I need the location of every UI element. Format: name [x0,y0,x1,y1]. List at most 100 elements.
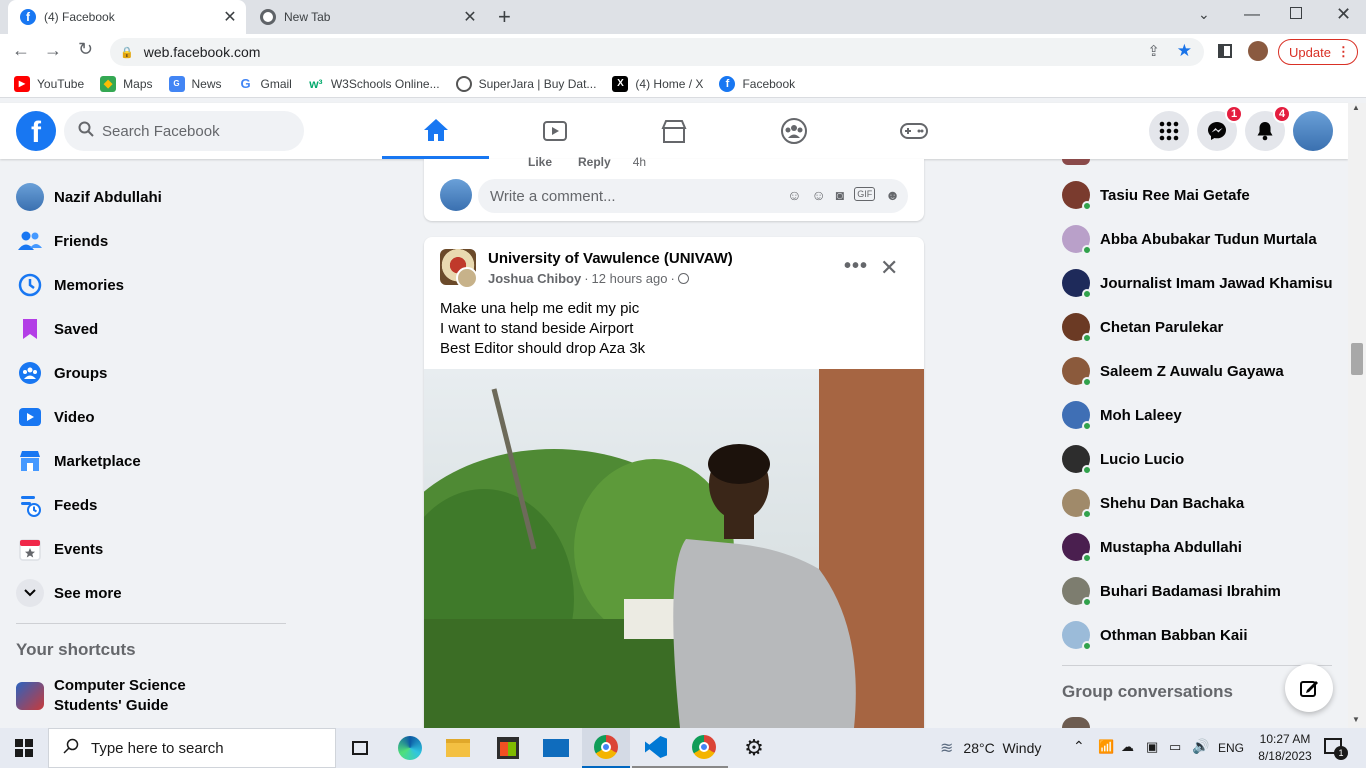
notifications-button[interactable]: 4 [1245,105,1291,151]
start-button[interactable] [0,728,48,768]
taskbar-edge[interactable] [386,728,434,768]
bookmark-superjara[interactable]: SuperJara | Buy Dat... [455,75,596,92]
comment-input[interactable]: Write a comment... ☺ ☺ ◙ GIF ☻ [478,179,908,213]
device-icon[interactable]: ▣ [1146,739,1158,755]
post-author[interactable]: Joshua Chiboy [488,271,581,286]
author-avatar[interactable] [456,267,478,289]
reload-icon[interactable]: ↻ [78,39,93,60]
avatar-sticker-icon[interactable]: ☺ [787,187,801,203]
volume-icon[interactable]: 🔊 [1192,738,1209,755]
bookmark-x[interactable]: X (4) Home / X [612,75,703,92]
taskbar-mail[interactable] [532,728,580,768]
taskbar-vscode[interactable] [632,728,680,768]
taskbar-settings[interactable]: ⚙ [730,728,778,768]
forward-arrow-icon[interactable]: → [44,40,62,61]
bookmark-maps[interactable]: ◆ Maps [100,75,153,92]
camera-icon[interactable]: ◙ [836,187,844,203]
sidebar-item-profile[interactable]: Nazif Abdullahi [16,175,296,219]
weather-widget[interactable]: ≋ 28°C Windy [940,728,1041,768]
tab-facebook[interactable]: f (4) Facebook ✕ [8,0,246,34]
menu-button[interactable] [1149,111,1189,151]
sidebar-item-groups[interactable]: Groups [16,351,296,395]
contact-item[interactable]: Mustapha Abdullahi [1062,525,1342,569]
gif-icon[interactable]: GIF [854,187,876,201]
contact-item[interactable]: Moh Laleey [1062,393,1342,437]
post-time[interactable]: 12 hours ago [592,271,668,286]
close-tab-icon[interactable]: ✕ [460,7,480,27]
post-group-name[interactable]: University of Vawulence (UNIVAW) [488,250,733,267]
back-arrow-icon[interactable]: ← [12,40,30,61]
sidebar-item-marketplace[interactable]: Marketplace [16,439,296,483]
clock[interactable]: 10:27 AM 8/18/2023 [1254,731,1316,765]
bookmark-gmail[interactable]: G Gmail [238,76,291,92]
taskbar-store[interactable] [484,728,532,768]
sidebar-item-friends[interactable]: Friends [16,219,296,263]
scrollbar-thumb[interactable] [1351,343,1363,375]
sidebar-item-memories[interactable]: Memories [16,263,296,307]
contact-item[interactable]: Journalist Imam Jawad Khamisu [1062,261,1342,305]
bookmark-w3schools[interactable]: w³ W3Schools Online... [308,76,439,92]
bookmark-star-icon[interactable]: ★ [1177,41,1192,61]
scroll-down-icon[interactable]: ▼ [1352,715,1360,724]
onedrive-cloud-icon[interactable]: ☁ [1121,739,1134,755]
contact-item[interactable]: Tasiu Ree Mai Getafe [1062,173,1342,217]
bookmark-facebook[interactable]: f Facebook [719,75,795,92]
facebook-logo-icon[interactable]: f [16,111,56,151]
input-language[interactable]: ENG [1218,741,1244,755]
bookmark-youtube[interactable]: ▶ YouTube [14,75,84,92]
comment-like-link[interactable]: Like [528,155,552,169]
contact-item[interactable]: Chetan Parulekar [1062,305,1342,349]
show-hidden-icons-chevron-icon[interactable]: ⌃ [1073,738,1085,755]
nav-home[interactable] [382,103,489,159]
sidebar-item-feeds[interactable]: Feeds [16,483,296,527]
contact-item[interactable]: Saleem Z Auwalu Gayawa [1062,349,1342,393]
address-bar[interactable]: 🔒 web.facebook.com ⇪ ★ [110,38,1204,66]
messenger-button[interactable]: 1 [1197,105,1243,151]
taskbar-chrome-2[interactable] [680,728,728,768]
sidebar-item-video[interactable]: Video [16,395,296,439]
new-tab-plus-icon[interactable]: + [498,4,511,30]
emoji-icon[interactable]: ☺ [812,187,826,203]
see-more-button[interactable]: See more [16,571,296,615]
search-input[interactable]: Search Facebook [64,111,304,151]
contact-item[interactable]: Abba Abubakar Tudun Murtala [1062,217,1342,261]
account-avatar[interactable] [1293,111,1333,151]
taskbar-file-explorer[interactable] [434,728,482,768]
more-options-icon[interactable]: ••• [844,255,868,278]
network-icon[interactable]: 📶 [1098,739,1114,755]
update-button[interactable]: Update ⋮ [1278,39,1358,65]
restore-icon[interactable] [1290,7,1302,19]
task-view-button[interactable] [336,728,384,768]
minimize-icon[interactable]: — [1244,6,1260,24]
page-scrollbar[interactable]: ▲ ▼ [1348,103,1366,728]
tab-new-tab[interactable]: New Tab ✕ [250,0,486,34]
nav-video[interactable] [501,103,608,159]
side-panel-icon[interactable] [1218,44,1232,58]
nav-groups[interactable] [740,103,847,159]
sticker-icon[interactable]: ☻ [885,187,900,203]
scroll-up-icon[interactable]: ▲ [1352,103,1360,112]
shortcut-item[interactable]: Computer Science Students' Guide [16,676,296,716]
contact-item[interactable]: Shehu Dan Bachaka [1062,481,1342,525]
sidebar-item-saved[interactable]: Saved [16,307,296,351]
sidebar-item-events[interactable]: Events [16,527,296,571]
action-center-button[interactable]: 1 [1322,736,1348,760]
profile-avatar-icon[interactable] [1248,41,1268,61]
taskbar-search-input[interactable]: Type here to search [48,728,336,768]
contact-item[interactable]: Lucio Lucio [1062,437,1342,481]
new-message-button[interactable] [1285,664,1333,712]
nav-gaming[interactable] [860,103,967,159]
close-window-icon[interactable]: ✕ [1336,4,1351,25]
contact-item[interactable]: Othman Babban Kaii [1062,613,1342,657]
post-photo[interactable] [424,369,924,728]
share-icon[interactable]: ⇪ [1147,42,1160,60]
nav-marketplace[interactable] [620,103,727,159]
comment-reply-link[interactable]: Reply [578,155,611,169]
bookmark-news[interactable]: G News [168,75,222,92]
taskbar-chrome-active[interactable] [582,728,630,768]
tab-search-chevron-icon[interactable]: ⌄ [1198,6,1210,23]
battery-icon[interactable]: ▭ [1169,739,1181,755]
close-tab-icon[interactable]: ✕ [220,7,240,27]
hide-post-close-icon[interactable]: ✕ [880,255,898,281]
contact-item[interactable]: Buhari Badamasi Ibrahim [1062,569,1342,613]
